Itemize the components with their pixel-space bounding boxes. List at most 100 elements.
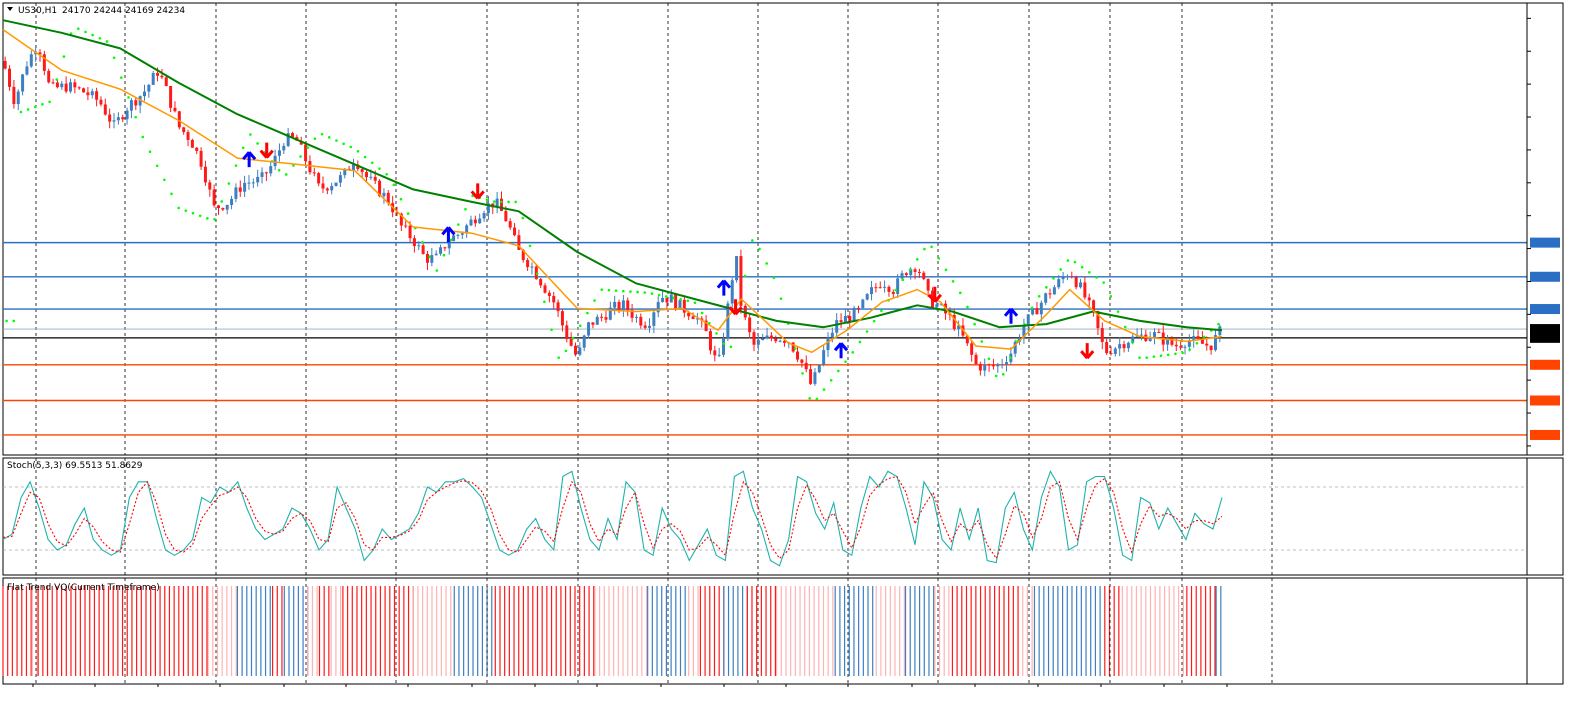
candles xyxy=(3,45,1222,386)
psar-dot xyxy=(435,269,439,272)
psar-dot xyxy=(822,388,826,391)
psar-dot xyxy=(421,241,424,244)
psar-dot xyxy=(112,56,116,60)
bear-candle xyxy=(51,82,55,84)
bear-candle xyxy=(408,225,412,239)
bull-candle xyxy=(765,335,769,339)
level-badge xyxy=(1530,271,1560,282)
bull-candle xyxy=(983,364,987,371)
bull-candle xyxy=(277,150,281,156)
psar-dot xyxy=(363,155,367,159)
bull-candle xyxy=(478,218,482,224)
psar-dot xyxy=(894,288,898,292)
bear-candle xyxy=(173,107,177,112)
bull-candle xyxy=(835,320,839,333)
bull-candle xyxy=(756,340,760,345)
bull-candle xyxy=(25,66,29,75)
psar-dot xyxy=(607,288,611,292)
psar-dot xyxy=(715,332,718,335)
psar-dot xyxy=(33,105,37,109)
flat-trend-bars xyxy=(2,586,1222,676)
psar-dot xyxy=(593,299,596,302)
level-badge xyxy=(1530,429,1560,440)
bear-candle xyxy=(1074,277,1078,288)
psar-dot xyxy=(62,55,66,58)
bull-candle xyxy=(68,82,72,92)
psar-dot xyxy=(1145,356,1149,359)
bull-candle xyxy=(234,187,238,199)
bull-candle xyxy=(817,364,821,373)
bear-candle xyxy=(421,245,425,254)
bear-candle xyxy=(312,172,316,174)
stochastic-pane[interactable]: Stoch(5,3,3) 69.5513 51.8629 xyxy=(2,457,1564,576)
psar-dot xyxy=(1073,260,1077,264)
bull-candle xyxy=(870,287,874,295)
bear-candle xyxy=(86,92,90,96)
psar-dot xyxy=(564,349,568,353)
trading-chart[interactable]: US30,H1 24170 24244 24169 24234 Stoch(5,… xyxy=(0,0,1596,716)
bull-candle xyxy=(256,176,260,183)
psar-dot xyxy=(385,173,388,176)
psar-dot xyxy=(26,108,30,111)
bear-candle xyxy=(552,295,556,303)
psar-dot xyxy=(399,197,403,201)
bull-candle xyxy=(456,234,460,236)
psar-dot xyxy=(751,239,754,242)
bull-candle xyxy=(578,347,582,355)
stoch-signal-line xyxy=(2,475,1223,560)
psar-dot xyxy=(664,295,668,298)
bull-candle xyxy=(225,204,229,210)
bull-candle xyxy=(482,213,486,219)
bear-candle xyxy=(121,117,125,120)
bear-candle xyxy=(47,70,51,83)
bear-candle xyxy=(404,225,408,227)
bear-candle xyxy=(373,176,377,181)
bear-candle xyxy=(856,307,860,309)
psar-dot xyxy=(313,137,317,140)
bull-candle xyxy=(822,350,826,365)
psar-dot xyxy=(428,255,431,259)
bull-candle xyxy=(621,300,625,311)
bear-candle xyxy=(691,316,695,319)
bear-candle xyxy=(1083,282,1087,298)
bear-candle xyxy=(600,316,604,318)
psar-dot xyxy=(12,319,16,323)
psar-dot xyxy=(679,298,682,301)
bear-candle xyxy=(674,294,678,309)
bear-candle xyxy=(1209,345,1213,351)
bull-candle xyxy=(351,164,355,171)
bear-candle xyxy=(626,300,630,311)
bull-candle xyxy=(369,176,373,178)
psar-dot xyxy=(349,145,353,149)
bull-candle xyxy=(434,253,438,256)
bear-candle xyxy=(800,359,804,363)
psar-dot xyxy=(700,311,704,315)
buy-arrow-icon xyxy=(1003,307,1019,324)
bear-candle xyxy=(473,219,477,224)
bear-candle xyxy=(199,150,203,167)
bear-candle xyxy=(212,189,216,206)
psar-dot xyxy=(686,299,690,303)
psar-dot xyxy=(284,173,288,176)
bear-candle xyxy=(1179,346,1183,348)
psar-dot xyxy=(571,336,575,340)
bear-candle xyxy=(82,88,86,93)
psar-dot xyxy=(643,291,647,294)
level-badge xyxy=(1530,332,1560,343)
bull-candle xyxy=(813,372,817,384)
psar-dot xyxy=(743,274,747,278)
buy-arrow-icon xyxy=(833,342,849,359)
bear-candle xyxy=(560,311,564,326)
price-pane[interactable]: US30,H1 24170 24244 24169 24234 xyxy=(2,2,1564,456)
pane-collapse-icon[interactable] xyxy=(7,7,13,11)
psar-dot xyxy=(930,245,933,249)
bear-candle xyxy=(748,317,752,333)
bull-candle xyxy=(21,74,25,92)
bull-candle xyxy=(90,91,94,96)
psar-dot xyxy=(973,322,976,326)
psar-dot xyxy=(19,110,23,114)
flat-trend-pane[interactable]: Flat Trend VQ(Current Timeframe) xyxy=(2,577,1564,685)
psar-dot xyxy=(1095,276,1098,279)
psar-dot xyxy=(277,169,281,172)
bear-candle xyxy=(169,86,173,108)
